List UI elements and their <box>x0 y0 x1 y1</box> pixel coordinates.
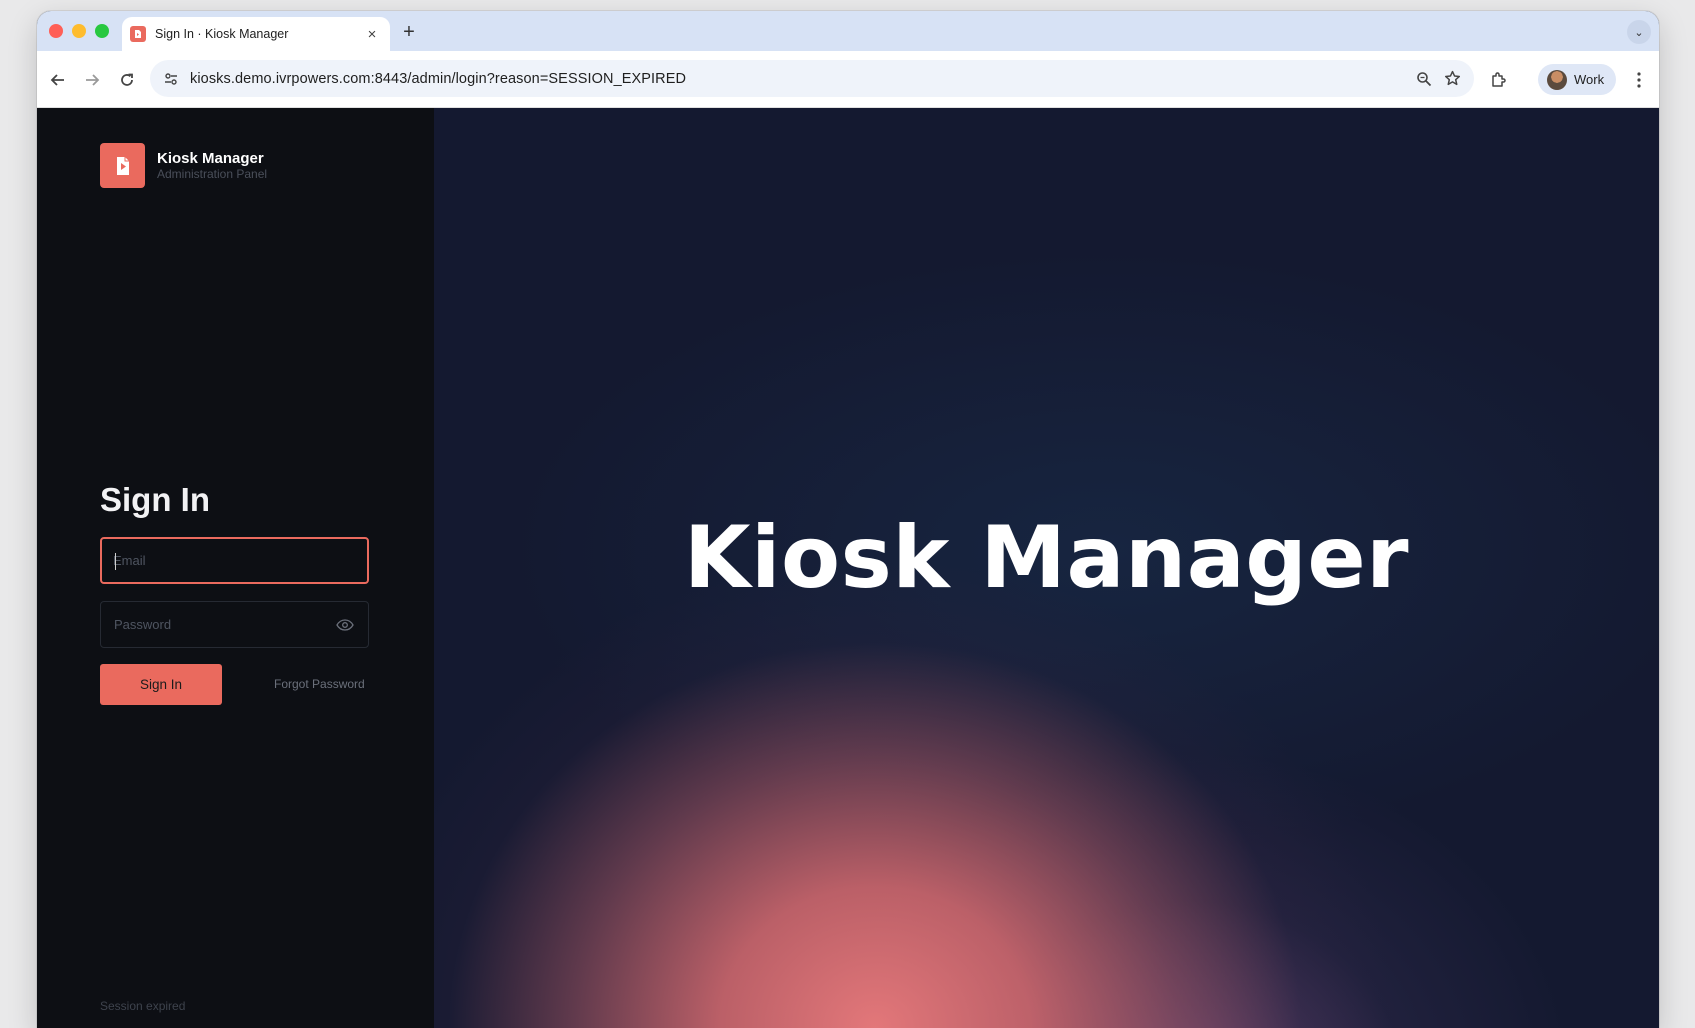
password-input[interactable] <box>101 602 334 647</box>
reload-icon[interactable] <box>114 67 140 93</box>
tab-title: Sign In · Kiosk Manager <box>155 27 289 41</box>
new-tab-button[interactable]: + <box>397 20 421 44</box>
tab-search-button[interactable]: ⌄ <box>1627 20 1651 44</box>
extensions-icon[interactable] <box>1486 67 1512 93</box>
tab-strip: Sign In · Kiosk Manager × + ⌄ <box>37 11 1659 51</box>
login-sidebar: Kiosk Manager Administration Panel Sign … <box>37 108 434 1028</box>
brand-name: Kiosk Manager <box>157 150 264 167</box>
profile-button[interactable]: Work <box>1538 64 1616 95</box>
kiosk-logo-icon <box>100 143 145 188</box>
browser-tab[interactable]: Sign In · Kiosk Manager × <box>122 17 390 51</box>
email-field[interactable] <box>100 537 369 584</box>
session-status-text: Session expired <box>100 999 186 1013</box>
show-password-eye-icon[interactable] <box>334 614 356 636</box>
avatar <box>1547 69 1567 90</box>
back-icon[interactable] <box>45 67 71 93</box>
browser-window: Sign In · Kiosk Manager × + ⌄ kiosks.dem… <box>37 11 1659 1028</box>
brand-header: Kiosk Manager Administration Panel <box>100 143 267 188</box>
sign-in-button[interactable]: Sign In <box>100 664 222 705</box>
page-title: Sign In <box>100 481 210 518</box>
zoom-icon[interactable] <box>1410 65 1438 93</box>
minimize-window-button[interactable] <box>72 24 86 38</box>
site-settings-icon[interactable] <box>160 68 182 90</box>
password-field[interactable] <box>100 601 369 648</box>
more-menu-icon[interactable] <box>1627 67 1651 93</box>
forward-icon[interactable] <box>79 67 105 93</box>
email-input[interactable] <box>102 539 367 582</box>
text-caret <box>115 553 116 570</box>
browser-toolbar: kiosks.demo.ivrpowers.com:8443/admin/log… <box>37 51 1659 108</box>
close-window-button[interactable] <box>49 24 63 38</box>
forgot-password-link[interactable]: Forgot Password <box>274 677 365 691</box>
kiosk-favicon-icon <box>130 26 146 42</box>
bookmark-star-icon[interactable] <box>1438 65 1466 93</box>
hero-panel: Kiosk Manager <box>434 108 1659 1028</box>
page-content: Kiosk Manager Administration Panel Sign … <box>37 108 1659 1028</box>
profile-label: Work <box>1574 72 1605 87</box>
address-bar[interactable]: kiosks.demo.ivrpowers.com:8443/admin/log… <box>150 60 1474 97</box>
maximize-window-button[interactable] <box>95 24 109 38</box>
brand-subtitle: Administration Panel <box>157 167 268 181</box>
url-text: kiosks.demo.ivrpowers.com:8443/admin/log… <box>190 70 687 87</box>
tab-close-icon[interactable]: × <box>362 24 382 44</box>
hero-title: Kiosk Manager <box>683 508 1410 608</box>
